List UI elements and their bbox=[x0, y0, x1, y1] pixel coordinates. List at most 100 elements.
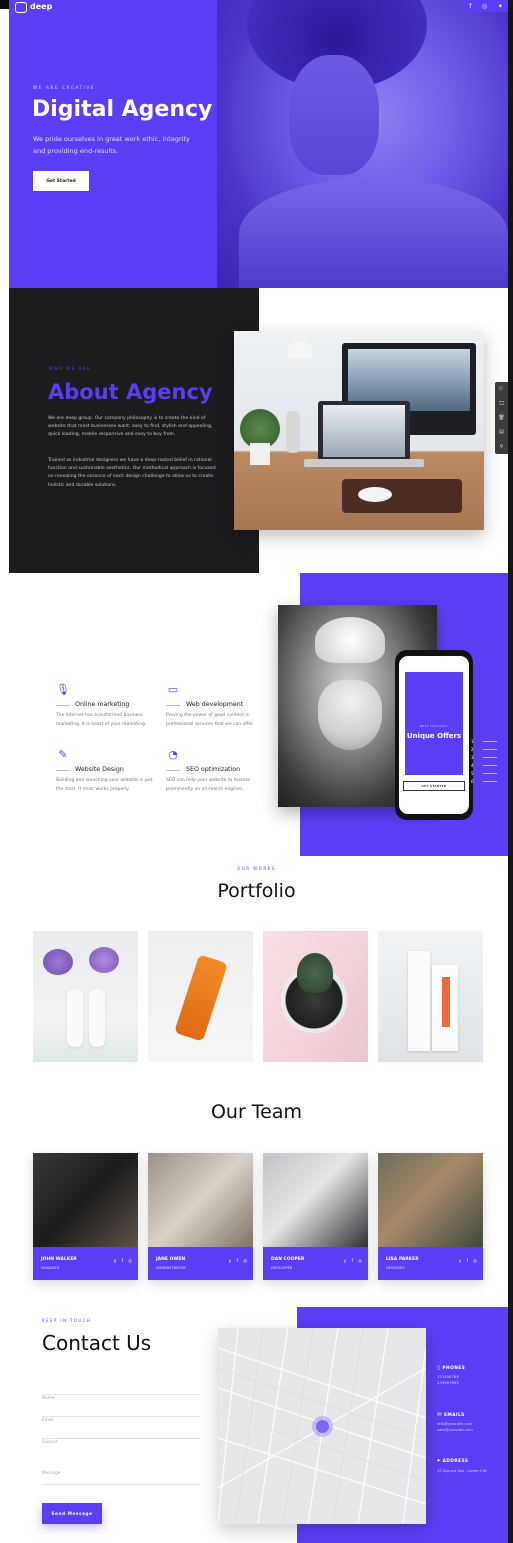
about-paragraph-1: We are deep group. Our company philosoph… bbox=[48, 416, 213, 438]
team-photo bbox=[378, 1153, 483, 1247]
portfolio-item-flowers[interactable] bbox=[33, 931, 138, 1062]
email-2[interactable]: sale@youcafe.com bbox=[437, 1427, 473, 1433]
send-message-button[interactable]: Send Message bbox=[42, 1503, 102, 1524]
address-line: 15 Spruce Ave, Lorem City bbox=[437, 1468, 488, 1473]
team-card-jane[interactable]: JANE OWEN ADMINISTRATOR y f ◎ bbox=[148, 1153, 253, 1280]
package-label bbox=[442, 977, 450, 1027]
team-photo bbox=[263, 1153, 368, 1247]
slider-nav-item[interactable]: 1 bbox=[471, 737, 509, 745]
team-social: y f ◎ bbox=[459, 1259, 477, 1264]
twitter-icon[interactable]: ✦ bbox=[498, 3, 503, 10]
phone-icon: ▯ bbox=[437, 1365, 441, 1371]
facebook-icon[interactable]: f bbox=[469, 3, 471, 10]
twitter-icon[interactable]: y bbox=[229, 1259, 232, 1264]
service-line bbox=[56, 705, 70, 706]
slider-nav-item[interactable]: 4 bbox=[471, 761, 509, 769]
team-role: DEVELOPER bbox=[271, 1266, 293, 1270]
service-line bbox=[166, 770, 180, 771]
twitter-icon[interactable]: y bbox=[459, 1259, 462, 1264]
slider-nav-item[interactable]: 2 bbox=[471, 745, 509, 753]
email-field[interactable]: Email bbox=[42, 1406, 200, 1422]
phone-label: BEST FEATURES bbox=[420, 725, 448, 728]
twitter-icon[interactable]: y bbox=[114, 1259, 117, 1264]
phone-card bbox=[405, 672, 463, 775]
slider-nav-item[interactable]: 3 bbox=[471, 753, 509, 761]
team-info: JANE OWEN ADMINISTRATOR y f ◎ bbox=[148, 1247, 253, 1280]
team-info: LISA PARKER DESIGNER y f ◎ bbox=[378, 1247, 483, 1280]
service-desc-design: Building and launching your website is j… bbox=[56, 778, 153, 792]
portfolio-item-packaging[interactable] bbox=[378, 931, 483, 1062]
subject-field[interactable]: Subject bbox=[42, 1428, 200, 1444]
team-title: Our Team bbox=[210, 1101, 303, 1123]
phones-block: ▯ PHONES 123456789 234567891 bbox=[437, 1365, 465, 1386]
team-card-dan[interactable]: DAN COOPER DEVELOPER y f ◎ bbox=[263, 1153, 368, 1280]
facebook-icon[interactable]: f bbox=[236, 1259, 238, 1264]
service-title-seo: SEO optimization bbox=[186, 766, 241, 773]
twitter-icon[interactable]: y bbox=[344, 1259, 347, 1264]
team-name: JANE OWEN bbox=[156, 1257, 186, 1262]
slider-nav-item[interactable]: 5 bbox=[471, 769, 509, 777]
package-tall bbox=[408, 951, 430, 1051]
map-pin-icon[interactable] bbox=[316, 1420, 329, 1433]
monitor-icon[interactable]: 🖵 bbox=[499, 401, 504, 407]
team-role: DESIGNER bbox=[386, 1266, 405, 1270]
team-social: y f ◎ bbox=[229, 1259, 247, 1264]
team-role: ADMINISTRATOR bbox=[156, 1266, 186, 1270]
instagram-icon[interactable]: ◎ bbox=[482, 3, 487, 10]
team-name: JOHN WALKER bbox=[41, 1257, 77, 1262]
name-field[interactable]: Name bbox=[42, 1384, 200, 1400]
envelope-icon: ✉ bbox=[437, 1412, 443, 1418]
bottle-illustration bbox=[286, 411, 300, 453]
plant-pot bbox=[250, 443, 270, 465]
facebook-icon[interactable]: f bbox=[466, 1259, 468, 1264]
vase-left bbox=[67, 989, 83, 1047]
service-title-marketing: Online marketing bbox=[75, 701, 130, 708]
team-name: LISA PARKER bbox=[386, 1257, 419, 1262]
team-info: DAN COOPER DEVELOPER y f ◎ bbox=[263, 1247, 368, 1280]
message-field[interactable]: Message bbox=[42, 1459, 200, 1485]
cart-icon[interactable]: 🛒 bbox=[498, 386, 504, 392]
trash-icon[interactable]: 🗑 bbox=[498, 415, 504, 421]
instagram-icon[interactable]: ◎ bbox=[243, 1259, 247, 1264]
portfolio-title: Portfolio bbox=[217, 880, 296, 902]
about-kicker: WHO WE ARE bbox=[49, 366, 92, 371]
location-icon: ⌖ bbox=[437, 1458, 441, 1464]
address-heading: ADDRESS bbox=[442, 1459, 469, 1464]
list-icon[interactable]: ▤ bbox=[499, 429, 504, 435]
service-desc-seo: SEO can help your website to feature pro… bbox=[166, 778, 250, 792]
flower-left bbox=[43, 949, 73, 975]
instagram-icon[interactable]: ◎ bbox=[358, 1259, 362, 1264]
side-toolbar: 🛒 🖵 🗑 ▤ ⚲ bbox=[495, 382, 508, 454]
about-image bbox=[234, 331, 484, 530]
facebook-icon[interactable]: f bbox=[121, 1259, 123, 1264]
service-desc-marketing: The internet has transformed business ma… bbox=[56, 713, 147, 727]
instagram-icon[interactable]: ◎ bbox=[128, 1259, 132, 1264]
search-icon[interactable]: ⚲ bbox=[500, 444, 504, 450]
get-started-button[interactable]: Get Started bbox=[33, 171, 89, 191]
slider-nav-item[interactable]: 6 bbox=[471, 777, 509, 785]
service-line bbox=[56, 770, 70, 771]
social-bar: f ◎ ✦ bbox=[464, 0, 508, 12]
portfolio-item-succulent[interactable] bbox=[263, 931, 368, 1062]
team-role: MANAGER bbox=[41, 1266, 60, 1270]
logo-icon bbox=[15, 1, 27, 13]
team-photo bbox=[33, 1153, 138, 1247]
team-card-john[interactable]: JOHN WALKER MANAGER y f ◎ bbox=[33, 1153, 138, 1280]
team-photo bbox=[148, 1153, 253, 1247]
vase-right bbox=[89, 989, 105, 1047]
mouse-illustration bbox=[358, 487, 392, 502]
browser-window-icon: ▭ bbox=[167, 683, 179, 696]
team-social: y f ◎ bbox=[114, 1259, 132, 1264]
instagram-icon[interactable]: ◎ bbox=[473, 1259, 477, 1264]
team-card-lisa[interactable]: LISA PARKER DESIGNER y f ◎ bbox=[378, 1153, 483, 1280]
address-block: ⌖ ADDRESS 15 Spruce Ave, Lorem City bbox=[437, 1458, 487, 1474]
succulent-plant bbox=[297, 953, 333, 993]
logo[interactable]: deep bbox=[15, 0, 52, 14]
laptop-screen bbox=[323, 405, 405, 457]
hero-photo-body bbox=[239, 180, 508, 288]
slider-nav: 1 2 3 4 5 6 bbox=[471, 737, 509, 785]
phone-get-started-button[interactable]: GET STARTED bbox=[403, 781, 465, 791]
portfolio-item-juice[interactable] bbox=[148, 931, 253, 1062]
hero-photo-face bbox=[289, 55, 379, 175]
facebook-icon[interactable]: f bbox=[351, 1259, 353, 1264]
